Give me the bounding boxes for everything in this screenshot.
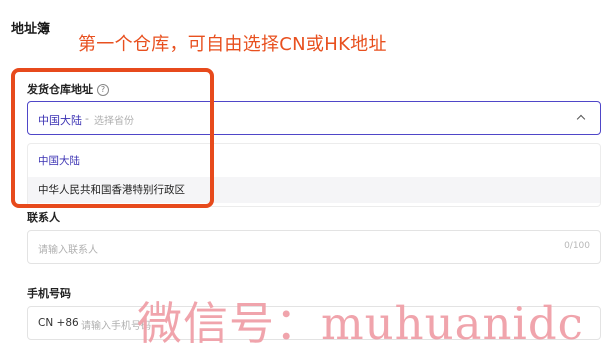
annotation-note: 第一个仓库，可自由选择CN或HK地址 [78,34,387,55]
page-title: 地址簿 [11,22,51,37]
country-code-prefix[interactable]: CN +86 [38,317,79,329]
annotation-highlight-frame [11,68,214,208]
contact-placeholder: 请输入联系人 [38,245,98,256]
phone-label: 手机号码 [27,287,71,300]
chevron-up-icon [576,114,586,124]
watermark: 微信号：muhuanidc [137,297,584,350]
contact-label: 联系人 [27,211,60,224]
character-counter: 0/100 [564,241,590,251]
contact-input[interactable]: 请输入联系人 0/100 [27,230,601,264]
